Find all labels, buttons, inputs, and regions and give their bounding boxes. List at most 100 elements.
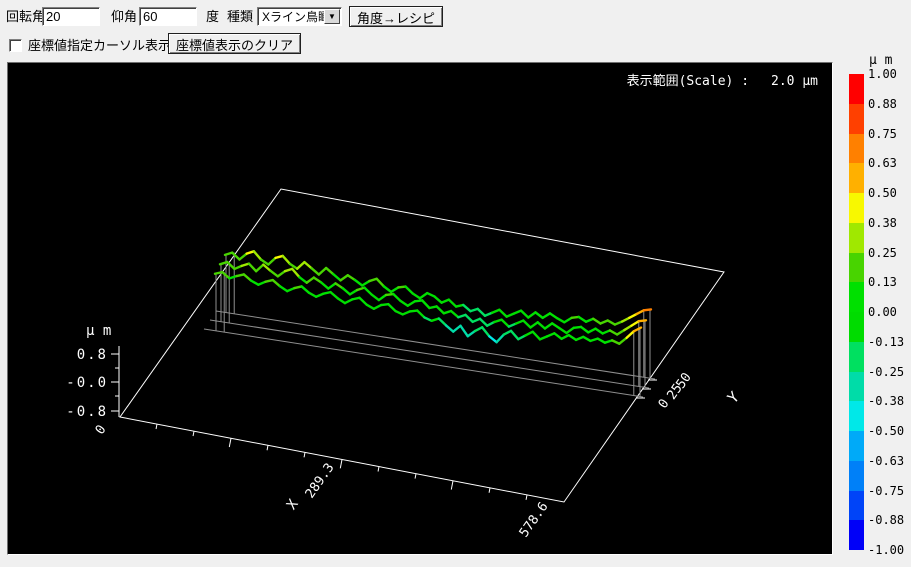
x-profile-y0 bbox=[583, 337, 590, 341]
colorbar-label: 0.25 bbox=[868, 246, 908, 260]
angle-to-recipe-button[interactable]: 角度→レシピ bbox=[349, 6, 443, 27]
x-profile-y25 bbox=[263, 265, 270, 271]
x-profile-y50 bbox=[341, 275, 348, 280]
x-profile-y25 bbox=[299, 277, 306, 282]
profile-baseline bbox=[210, 320, 649, 388]
type-label: 種類 bbox=[227, 9, 253, 25]
x-profile-y0 bbox=[273, 280, 280, 286]
x-profile-y50 bbox=[622, 318, 629, 322]
rotation-angle-input[interactable] bbox=[42, 7, 100, 26]
x-profile-y25 bbox=[328, 283, 335, 288]
x-profile-y25 bbox=[321, 282, 328, 288]
x-profile-y0 bbox=[569, 335, 576, 340]
x-tick-label: 0 bbox=[93, 422, 110, 437]
x-axis-tick bbox=[304, 452, 305, 457]
x-profile-y25 bbox=[523, 321, 530, 328]
x-axis-tick bbox=[526, 495, 527, 500]
colorbar-label: -1.00 bbox=[868, 543, 908, 557]
x-profile-y50 bbox=[297, 262, 304, 269]
x-profile-y50 bbox=[406, 287, 413, 294]
x-profile-y0 bbox=[244, 274, 251, 280]
x-profile-y50 bbox=[499, 310, 506, 317]
x-profile-y50 bbox=[333, 274, 340, 280]
colorbar-band bbox=[849, 372, 864, 402]
x-profile-y50 bbox=[413, 293, 420, 298]
x-profile-y50 bbox=[304, 262, 311, 268]
x-profile-y25 bbox=[336, 283, 343, 288]
x-profile-y50 bbox=[261, 260, 268, 265]
x-profile-y0 bbox=[446, 325, 453, 331]
x-profile-y0 bbox=[619, 338, 626, 344]
elevation-angle-input[interactable] bbox=[139, 7, 197, 26]
x-profile-y50 bbox=[608, 320, 615, 324]
type-combobox[interactable]: Xライン鳥瞰図 ▼ bbox=[257, 7, 342, 26]
x-profile-y0 bbox=[251, 281, 258, 285]
colorbar-band bbox=[849, 312, 864, 342]
coordinate-cursor-label: 座標値指定カーソル表示 bbox=[28, 38, 171, 54]
x-profile-y25 bbox=[292, 269, 299, 277]
coordinate-cursor-checkbox[interactable] bbox=[9, 39, 22, 52]
x-profile-y50 bbox=[319, 268, 326, 275]
colorbar-band bbox=[849, 431, 864, 461]
x-profile-y0 bbox=[338, 298, 345, 303]
colorbar-label: 0.13 bbox=[868, 275, 908, 289]
x-profile-y50 bbox=[637, 310, 644, 314]
x-profile-y25 bbox=[538, 322, 545, 328]
x-profile-y50 bbox=[644, 309, 651, 310]
x-profile-y50 bbox=[377, 279, 384, 287]
x-profile-y0 bbox=[367, 305, 374, 309]
x-profile-y25 bbox=[227, 262, 234, 269]
colorbar-label: -0.25 bbox=[868, 365, 908, 379]
x-axis-tick bbox=[451, 481, 453, 490]
x-profile-y25 bbox=[256, 265, 263, 272]
x-profile-y0 bbox=[374, 305, 381, 309]
x-profile-y50 bbox=[579, 317, 586, 322]
x-profile-y50 bbox=[348, 275, 355, 280]
x-profile-y50 bbox=[362, 281, 369, 285]
x-profile-y25 bbox=[480, 319, 487, 326]
x-profile-y25 bbox=[530, 322, 537, 327]
x-profile-y50 bbox=[312, 268, 319, 274]
x-profile-y25 bbox=[350, 290, 357, 294]
x-profile-y25 bbox=[314, 278, 321, 283]
colorbar-band bbox=[849, 163, 864, 193]
x-profile-y25 bbox=[278, 271, 285, 276]
x-profile-y0 bbox=[417, 311, 424, 318]
colorbar-label: 0.50 bbox=[868, 186, 908, 200]
colorbar-gradient bbox=[849, 74, 864, 550]
colorbar-band bbox=[849, 520, 864, 550]
z-tick-label: -0.8 bbox=[66, 404, 108, 420]
scale-readout-value: 2.0 μm bbox=[771, 74, 818, 89]
x-profile-y25 bbox=[379, 295, 386, 300]
x-axis-tick bbox=[340, 460, 342, 469]
colorbar: 1.000.880.750.630.500.380.250.130.00-0.1… bbox=[849, 74, 909, 550]
colorbar-band bbox=[849, 491, 864, 521]
x-profile-y25 bbox=[595, 329, 602, 334]
x-profile-y25 bbox=[451, 311, 458, 317]
x-profile-y0 bbox=[302, 286, 309, 292]
x-profile-y25 bbox=[487, 322, 494, 326]
dropdown-arrow-icon[interactable]: ▼ bbox=[324, 9, 340, 24]
x-profile-y25 bbox=[552, 323, 559, 328]
x-profile-y50 bbox=[434, 296, 441, 302]
x-profile-y50 bbox=[391, 287, 398, 291]
x-profile-y25 bbox=[639, 320, 646, 321]
z-axis-unit: μ m bbox=[86, 323, 111, 339]
scale-readout: 表示範囲(Scale) :2.0 μm bbox=[627, 70, 818, 89]
x-tick-label: 289.3 bbox=[303, 461, 338, 502]
x-axis-tick bbox=[229, 438, 231, 447]
x-profile-y50 bbox=[355, 280, 362, 285]
x-profile-y0 bbox=[489, 336, 496, 342]
x-profile-y0 bbox=[345, 299, 352, 303]
x-axis-tick bbox=[415, 474, 416, 479]
clear-coordinates-button[interactable]: 座標値表示のクリア bbox=[168, 33, 301, 54]
x-profile-y0 bbox=[562, 335, 569, 339]
x-axis-tick bbox=[267, 445, 268, 450]
x-profile-y50 bbox=[521, 311, 528, 318]
plot-area[interactable]: 0.8-0.0-0.8μ m0289.3578.6X02550Y 表示範囲(Sc… bbox=[7, 62, 833, 555]
colorbar-label: 1.00 bbox=[868, 67, 908, 81]
x-profile-y0 bbox=[482, 327, 489, 336]
x-profile-y25 bbox=[581, 327, 588, 332]
elevation-angle-label: 仰角 bbox=[111, 9, 137, 25]
x-profile-y25 bbox=[617, 330, 624, 334]
